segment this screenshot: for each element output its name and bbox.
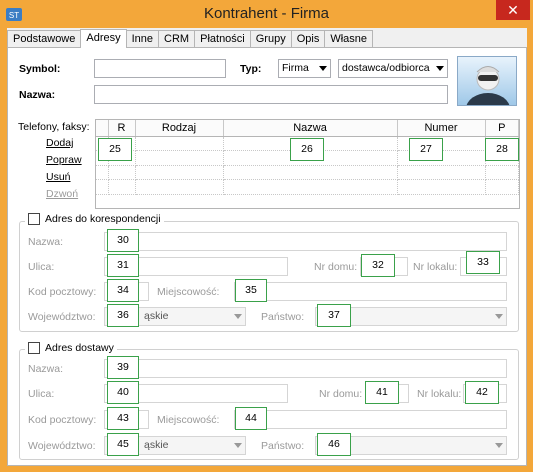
table-row[interactable] (96, 165, 519, 180)
del-kod-label: Kod pocztowy: (28, 414, 97, 426)
del-panstwo-label: Państwo: (261, 440, 305, 452)
marker-28: 28 (485, 138, 519, 161)
delivery-address-header: Adres dostawy (25, 342, 117, 354)
corr-nazwa-label: Nazwa: (28, 236, 64, 248)
column-header-p[interactable]: P (485, 120, 519, 137)
correspondence-address-checkbox[interactable] (28, 213, 40, 225)
dialog-client: Podstawowe Adresy Inne CRM Płatności Gru… (7, 28, 527, 466)
tab-wlasne[interactable]: Własne (324, 30, 374, 47)
add-phone-link[interactable]: Dodaj (46, 137, 73, 149)
chevron-down-icon (436, 66, 444, 71)
chevron-down-icon (495, 314, 503, 319)
marker-32: 32 (361, 254, 395, 277)
marker-39: 39 (107, 356, 139, 379)
nazwa-label: Nazwa: (19, 89, 56, 101)
phones-table[interactable]: R Rodzaj Nazwa Numer P (95, 119, 520, 209)
column-header-nazwa[interactable]: Nazwa (223, 120, 398, 137)
marker-40: 40 (107, 381, 139, 404)
relation-select[interactable]: dostawca/odbiorca (338, 59, 448, 78)
delete-phone-link[interactable]: Usuń (46, 171, 71, 183)
contractor-avatar[interactable] (457, 56, 517, 106)
close-button[interactable]: ✕ (496, 0, 530, 20)
correspondence-address-title: Adres do korespondencji (45, 213, 161, 225)
marker-33: 33 (466, 251, 500, 274)
del-nazwa-input[interactable] (104, 359, 507, 378)
chevron-down-icon (319, 66, 327, 71)
table-header-row: R Rodzaj Nazwa Numer P (96, 120, 519, 137)
corr-kod-label: Kod pocztowy: (28, 286, 97, 298)
corr-nazwa-input[interactable] (104, 232, 507, 251)
title-bar[interactable]: ST Kontrahent - Firma ✕ (0, 0, 533, 28)
tab-grupy[interactable]: Grupy (249, 30, 292, 47)
column-header-rodzaj[interactable]: Rodzaj (135, 120, 224, 137)
table-row[interactable] (96, 179, 519, 195)
delivery-address-title: Adres dostawy (45, 342, 114, 354)
correspondence-address-header: Adres do korespondencji (25, 213, 164, 225)
marker-36: 36 (107, 304, 139, 327)
del-nazwa-label: Nazwa: (28, 363, 64, 375)
corr-nr-domu-label: Nr domu: (314, 261, 358, 273)
corr-panstwo-label: Państwo: (261, 311, 305, 323)
symbol-label: Symbol: (19, 63, 61, 75)
del-wojewodztwo-label: Województwo: (28, 440, 96, 452)
chevron-down-icon (234, 443, 242, 448)
corr-wojewodztwo-label: Województwo: (28, 311, 96, 323)
marker-27: 27 (409, 138, 443, 161)
del-miejscowosc-input[interactable] (234, 410, 507, 429)
symbol-input[interactable] (94, 59, 226, 78)
marker-41: 41 (365, 381, 399, 404)
tab-inne[interactable]: Inne (125, 30, 160, 47)
marker-31: 31 (107, 254, 139, 277)
tab-podstawowe[interactable]: Podstawowe (7, 30, 82, 47)
marker-43: 43 (107, 407, 139, 430)
del-miejscowosc-label: Miejscowość: (157, 414, 220, 426)
column-header-numer[interactable]: Numer (397, 120, 486, 137)
relation-select-value: dostawca/odbiorca (342, 62, 430, 74)
marker-45: 45 (107, 433, 139, 456)
typ-label: Typ: (240, 63, 262, 75)
marker-42: 42 (465, 381, 499, 404)
tab-panel-adresy: Symbol: Typ: Firma dostawca/odbiorca Naz… (7, 47, 527, 466)
person-icon (466, 66, 510, 105)
corr-miejscowosc-label: Miejscowość: (157, 286, 220, 298)
marker-37: 37 (317, 304, 351, 327)
typ-select-value: Firma (282, 62, 309, 74)
corr-miejscowosc-input[interactable] (234, 282, 507, 301)
tab-opis[interactable]: Opis (290, 30, 326, 47)
column-header-r[interactable]: R (108, 120, 136, 137)
marker-46: 46 (317, 433, 351, 456)
call-phone-link[interactable]: Dzwoń (46, 188, 78, 200)
phones-label: Telefony, faksy: (18, 121, 90, 133)
marker-34: 34 (107, 279, 139, 302)
tab-adresy[interactable]: Adresy (80, 29, 127, 48)
chevron-down-icon (495, 443, 503, 448)
tab-platnosci[interactable]: Płatności (194, 30, 251, 47)
nazwa-input[interactable] (94, 85, 448, 104)
marker-26: 26 (290, 138, 324, 161)
marker-25: 25 (98, 138, 132, 161)
marker-44: 44 (235, 407, 267, 430)
tab-crm[interactable]: CRM (158, 30, 196, 47)
dialog-window: ST Kontrahent - Firma ✕ Podstawowe Adres… (0, 0, 533, 472)
window-title: Kontrahent - Firma (203, 5, 330, 22)
corr-ulica-label: Ulica: (28, 261, 55, 273)
marker-30: 30 (107, 229, 139, 252)
delivery-address-checkbox[interactable] (28, 342, 40, 354)
del-ulica-label: Ulica: (28, 388, 55, 400)
chevron-down-icon (234, 314, 242, 319)
edit-phone-link[interactable]: Popraw (46, 154, 82, 166)
marker-35: 35 (235, 279, 267, 302)
corr-nr-lokalu-label: Nr lokalu: (413, 261, 458, 273)
typ-select[interactable]: Firma (278, 59, 331, 78)
del-nr-lokalu-label: Nr lokalu: (417, 388, 462, 400)
column-header-marker (96, 120, 109, 137)
tab-strip: Podstawowe Adresy Inne CRM Płatności Gru… (7, 29, 374, 48)
del-nr-domu-label: Nr domu: (319, 388, 363, 400)
